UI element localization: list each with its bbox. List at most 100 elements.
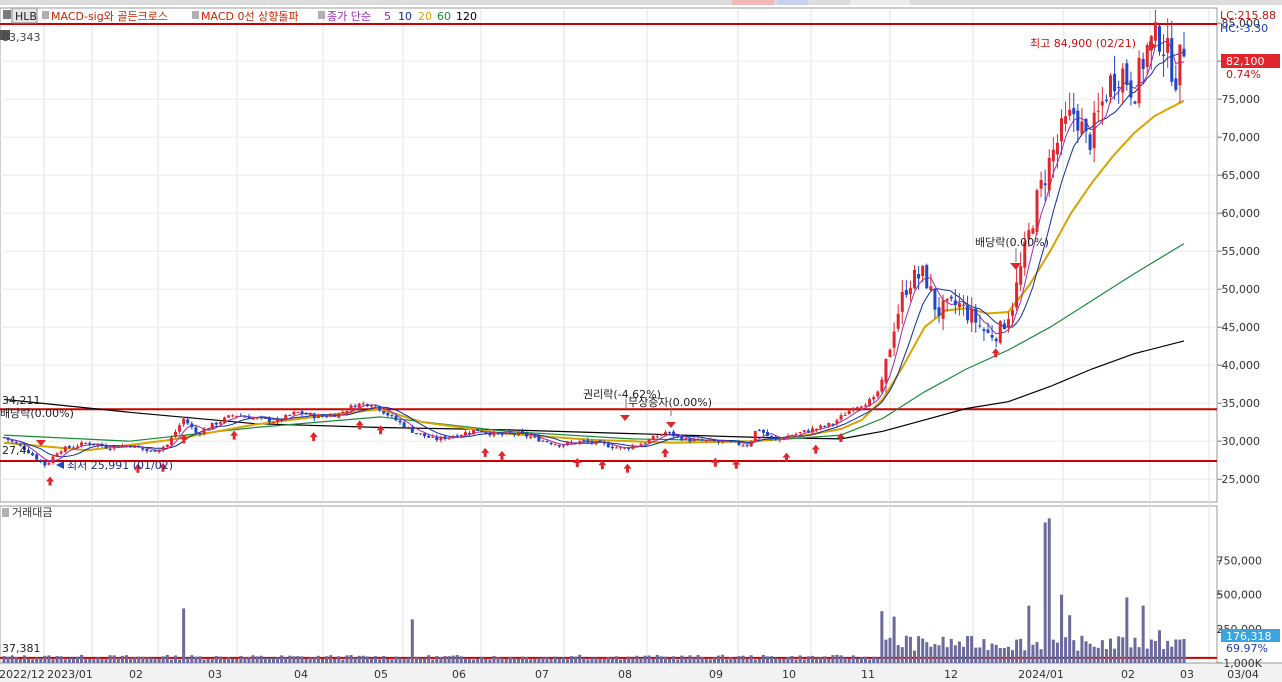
- candle-body: [725, 440, 729, 442]
- candle-body: [688, 438, 692, 442]
- candle-body: [84, 443, 88, 445]
- candle-body: [476, 429, 480, 431]
- volume-bar: [655, 654, 659, 663]
- candle-body: [96, 444, 100, 446]
- candle-body: [63, 446, 67, 452]
- candle-body: [406, 426, 410, 428]
- volume-bar: [435, 656, 439, 663]
- legend-sq-icon[interactable]: [3, 10, 11, 19]
- volume-bar: [708, 659, 712, 663]
- candle-body: [1035, 190, 1039, 232]
- candle-body: [251, 417, 255, 420]
- tab-grey[interactable]: [850, 0, 910, 5]
- y-tick-label: 50,000: [1222, 283, 1261, 296]
- volume-bar: [149, 657, 153, 663]
- candle-body: [1158, 26, 1162, 52]
- candle-body: [627, 447, 631, 449]
- volume-bar: [647, 655, 651, 663]
- candle-body: [680, 436, 684, 441]
- volume-bar: [296, 656, 300, 663]
- volume-bar: [917, 636, 921, 663]
- tab-red[interactable]: [732, 0, 774, 5]
- volume-bar: [369, 658, 373, 663]
- candle-body: [320, 415, 324, 417]
- volume-bar: [1084, 641, 1088, 663]
- annotation-dividend-2023: 배당락(0.00%): [0, 407, 74, 420]
- candle-body: [300, 411, 304, 415]
- x-tick-label: 2022/12: [0, 668, 45, 681]
- lc-info: LC:215.88: [1220, 9, 1276, 22]
- candle-body: [1104, 99, 1108, 101]
- candle-body: [647, 439, 651, 443]
- candle-body: [859, 406, 863, 408]
- volume-bar: [688, 655, 692, 663]
- candle-body: [761, 429, 765, 433]
- candle-body: [263, 417, 267, 419]
- candle-body: [913, 270, 917, 289]
- tab-blue[interactable]: [778, 0, 808, 5]
- volume-bar: [872, 656, 876, 663]
- volume-bar: [594, 657, 598, 663]
- candle-body: [153, 450, 157, 452]
- volume-bar: [1113, 648, 1117, 663]
- volume-bar: [222, 659, 226, 663]
- legend-sq-icon[interactable]: [318, 11, 325, 19]
- legend-ma-10: 10: [398, 10, 412, 23]
- candle-body: [823, 425, 827, 427]
- legend-sq-icon[interactable]: [192, 11, 199, 19]
- candle-body: [986, 329, 990, 333]
- legend-sq-icon[interactable]: [42, 11, 49, 19]
- volume-panel-icon[interactable]: [2, 508, 9, 517]
- candle-body: [247, 416, 251, 420]
- volume-bar: [610, 657, 614, 663]
- candle-body: [790, 435, 794, 437]
- volume-bar: [43, 655, 47, 663]
- volume-bar: [815, 657, 819, 663]
- volume-bar: [320, 658, 324, 663]
- volume-bar: [970, 635, 974, 663]
- candle-body: [741, 445, 745, 447]
- stock-chart[interactable]: 85,00080,00075,00070,00065,00060,00055,0…: [0, 0, 1282, 682]
- x-tick-label: 2023/01: [47, 668, 93, 681]
- volume-bar: [14, 657, 18, 663]
- top-tabs: [0, 0, 1282, 5]
- volume-bar: [374, 656, 378, 663]
- candle-body: [1170, 38, 1174, 82]
- volume-bar: [88, 658, 92, 663]
- candle-body: [120, 445, 124, 448]
- volume-bar: [525, 657, 529, 663]
- volume-bar: [590, 657, 594, 663]
- volume-bar: [443, 656, 447, 663]
- volume-bar: [508, 656, 512, 663]
- legend-ma-120: 120: [456, 10, 477, 23]
- candle-body: [31, 453, 35, 456]
- volume-bar: [1031, 644, 1035, 663]
- x-tick-label: 03: [208, 668, 222, 681]
- volume-bar: [1043, 522, 1047, 663]
- volume-bar: [904, 635, 908, 663]
- y-tick-label: 35,000: [1222, 397, 1261, 410]
- y-tick-label: 45,000: [1222, 321, 1261, 334]
- annotation-dividend-2024: 배당락(0.00%): [975, 236, 1049, 249]
- candle-body: [1133, 101, 1137, 104]
- price-panel: [0, 7, 1218, 503]
- candle-body: [26, 449, 30, 454]
- volume-bar: [1117, 636, 1121, 663]
- legend: HLB MACD-sig와 골든크로스 MACD 0선 상향돌파 종가 단순 5…: [3, 7, 477, 24]
- candle-body: [71, 447, 75, 449]
- volume-bar: [243, 657, 247, 663]
- volume-bar: [884, 639, 888, 663]
- candle-body: [198, 433, 202, 435]
- volume-bar: [410, 619, 414, 663]
- volume-bar: [586, 659, 590, 663]
- volume-bar: [251, 655, 255, 663]
- volume-bar: [1145, 648, 1149, 663]
- left-label-top: 83,343: [2, 31, 41, 44]
- volume-bar: [1011, 650, 1015, 663]
- x-tick-label: 02: [129, 668, 143, 681]
- volume-bar: [198, 656, 202, 663]
- candle-body: [945, 298, 949, 301]
- candle-body: [676, 435, 680, 437]
- volume-bar: [365, 656, 369, 663]
- volume-bar: [1149, 639, 1153, 663]
